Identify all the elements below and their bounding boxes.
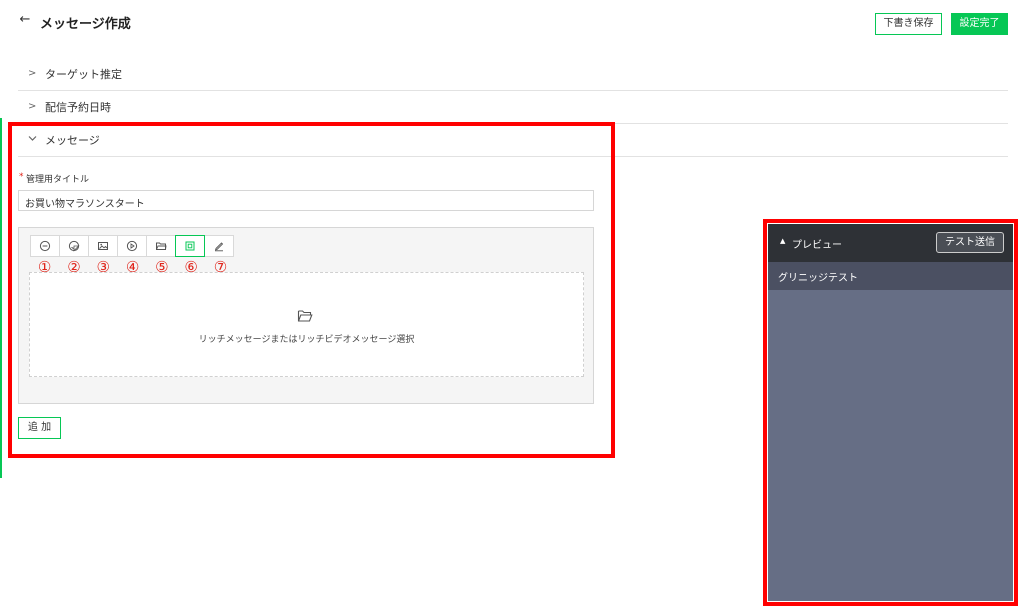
highlight-box-preview <box>763 219 1018 606</box>
accordion-label: 配信予約日時 <box>45 101 111 114</box>
accordion-schedule[interactable]: > 配信予約日時 <box>18 91 1008 124</box>
chevron-right-icon: > <box>28 101 37 112</box>
highlight-box-message <box>8 122 615 458</box>
chevron-right-icon: > <box>28 68 37 79</box>
rich-message-icon[interactable] <box>175 235 205 257</box>
page-header: ← メッセージ作成 下書き保存 設定完了 <box>18 10 1008 38</box>
arrow-left-icon[interactable]: ← <box>18 12 32 27</box>
accordion-label: ターゲット推定 <box>45 68 122 81</box>
page-title: メッセージ作成 <box>40 17 131 32</box>
save-draft-button[interactable]: 下書き保存 <box>875 13 942 35</box>
left-accent-bar <box>0 118 2 478</box>
left-edge <box>0 0 3 606</box>
complete-settings-button[interactable]: 設定完了 <box>951 13 1008 35</box>
accordion-target[interactable]: > ターゲット推定 <box>18 58 1008 91</box>
